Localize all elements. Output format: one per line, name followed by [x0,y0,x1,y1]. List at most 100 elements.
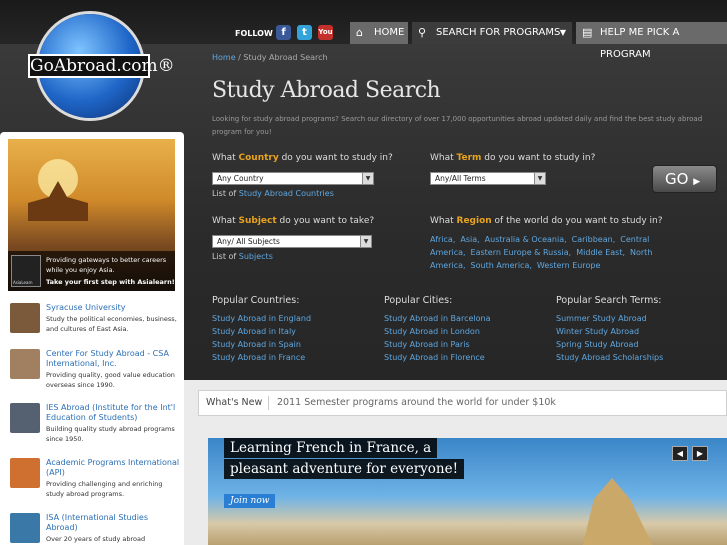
go-button-label: GO [665,170,689,188]
breadcrumb-home[interactable]: Home [212,53,236,62]
asialearn-logo: AsiaLearn [11,255,41,287]
region-link[interactable]: South America, [471,261,532,270]
chevron-down-icon: ▼ [534,173,545,184]
popular-term-link[interactable]: Winter Study Abroad [556,325,663,338]
provider-thumbnail[interactable] [10,513,40,543]
popular-term-link[interactable]: Study Abroad Scholarships [556,351,663,364]
region-link[interactable]: Caribbean, [572,235,616,244]
ad-cta: Take your first step with Asialearn! [46,278,175,286]
search-icon: ⚲ [418,26,427,39]
banner-next-icon[interactable]: ▶ [692,446,708,461]
popular-country-link[interactable]: Study Abroad in France [212,351,311,364]
sidebar: AsiaLearn Providing gateways to better c… [0,132,184,545]
popular-city-link[interactable]: Study Abroad in London [384,325,490,338]
banner-headline-2: pleasant adventure for everyone! [224,459,465,479]
breadcrumb-current: Study Abroad Search [243,53,328,62]
whats-new-label: What's New [206,397,263,408]
provider-desc: Over 20 years of study abroad [46,535,146,543]
country-q-highlight: Country [238,153,279,163]
region-link[interactable]: Middle East, [576,248,625,257]
region-link[interactable]: Asia, [460,235,479,244]
popular-countries-title: Popular Countries: [212,295,300,306]
popular-country-link[interactable]: Study Abroad in England [212,312,311,325]
provider-name[interactable]: Center For Study Abroad - CSA Internatio… [46,349,180,369]
region-link[interactable]: Eastern Europe & Russia, [471,248,572,257]
subject-select-value: Any/ All Subjects [217,237,280,246]
promo-banner[interactable]: Learning French in France, a pleasant ad… [208,438,727,545]
popular-terms-title: Popular Search Terms: [556,295,662,306]
term-select[interactable]: Any/All Terms ▼ [430,172,546,185]
provider-name[interactable]: IES Abroad (Institute for the Int'l Educ… [46,403,180,423]
go-button[interactable]: GO ▶ [652,165,717,193]
provider-name[interactable]: ISA (International Studies Abroad) [46,513,180,533]
goabroad-logo[interactable]: GoAbroad.com® [28,12,175,120]
region-link[interactable]: Western Europe [537,261,600,270]
term-question: What Term do you want to study in? [430,153,595,163]
provider-thumbnail[interactable] [10,403,40,433]
nav-help-pick[interactable]: ▤ HELP ME PICK A PROGRAM [576,22,727,60]
provider-desc: Building quality study abroad programs s… [46,425,175,443]
whats-new-link[interactable]: 2011 Semester programs around the world … [277,391,556,415]
country-list-line: List of Study Abroad Countries [212,189,334,198]
popular-term-link[interactable]: Summer Study Abroad [556,312,663,325]
term-q-post: do you want to study in? [481,153,596,163]
subject-list-link[interactable]: Subjects [239,252,273,261]
popular-countries: Popular Countries: Study Abroad in Engla… [212,295,311,364]
nav-home[interactable]: ⌂ HOME [350,22,408,44]
subject-q-highlight: Subject [238,216,277,226]
provider-item: Academic Programs International (API) Pr… [10,458,180,510]
ad-temple-image [28,181,88,221]
popular-country-link[interactable]: Study Abroad in Italy [212,325,311,338]
popular-city-link[interactable]: Study Abroad in Barcelona [384,312,490,325]
provider-thumbnail[interactable] [10,303,40,333]
asialearn-logo-text: AsiaLearn [13,280,33,285]
popular-search-terms: Popular Search Terms: Summer Study Abroa… [556,295,663,364]
page-title: Study Abroad Search [212,78,441,103]
popular-city-link[interactable]: Study Abroad in Paris [384,338,490,351]
follow-label: FOLLOW [235,29,273,38]
subject-q-pre: What [212,216,239,226]
play-icon: ▶ [693,177,701,187]
provider-desc: Providing challenging and enriching stud… [46,480,163,498]
popular-city-link[interactable]: Study Abroad in Florence [384,351,490,364]
youtube-icon[interactable]: You [318,25,333,40]
country-list-link[interactable]: Study Abroad Countries [239,189,334,198]
divider [268,396,269,410]
banner-prev-icon[interactable]: ◀ [672,446,688,461]
subject-list-line: List of Subjects [212,252,273,261]
provider-desc: Study the political economies, business,… [46,315,177,333]
region-link[interactable]: Australia & Oceania, [485,235,567,244]
region-links: Africa, Asia, Australia & Oceania, Caribbea… [430,233,715,272]
subject-select[interactable]: Any/ All Subjects ▼ [212,235,372,248]
twitter-icon[interactable]: t [297,25,312,40]
popular-term-link[interactable]: Spring Study Abroad [556,338,663,351]
banner-landmark-image [582,478,654,545]
provider-name[interactable]: Academic Programs International (API) [46,458,180,478]
region-question: What Region of the world do you want to … [430,216,663,226]
country-select-value: Any Country [217,174,264,183]
provider-item: IES Abroad (Institute for the Int'l Educ… [10,403,180,455]
nav-search-programs[interactable]: ⚲ SEARCH FOR PROGRAMS ▼ [412,22,572,44]
join-now-button[interactable]: Join now [224,494,276,508]
chevron-down-icon: ▼ [362,173,373,184]
term-q-pre: What [430,153,457,163]
country-question: What Country do you want to study in? [212,153,393,163]
country-select[interactable]: Any Country ▼ [212,172,374,185]
asialearn-ad-banner[interactable]: AsiaLearn Providing gateways to better c… [8,139,175,291]
banner-headline-1: Learning French in France, a [224,438,438,458]
popular-country-link[interactable]: Study Abroad in Spain [212,338,311,351]
facebook-icon[interactable]: f [276,25,291,40]
popular-cities: Popular Cities: Study Abroad in Barcelon… [384,295,490,364]
logo-text: GoAbroad.com® [28,54,175,78]
provider-thumbnail[interactable] [10,349,40,379]
subject-question: What Subject do you want to take? [212,216,374,226]
provider-thumbnail[interactable] [10,458,40,488]
provider-name[interactable]: Syracuse University [46,303,180,313]
ad-text: Providing gateways to better careers whi… [46,256,167,274]
region-q-highlight: Region [456,216,492,226]
country-q-pre: What [212,153,239,163]
list-icon: ▤ [582,26,593,39]
popular-cities-title: Popular Cities: [384,295,453,306]
nav-home-label: HOME [374,27,405,38]
region-link[interactable]: Africa, [430,235,455,244]
